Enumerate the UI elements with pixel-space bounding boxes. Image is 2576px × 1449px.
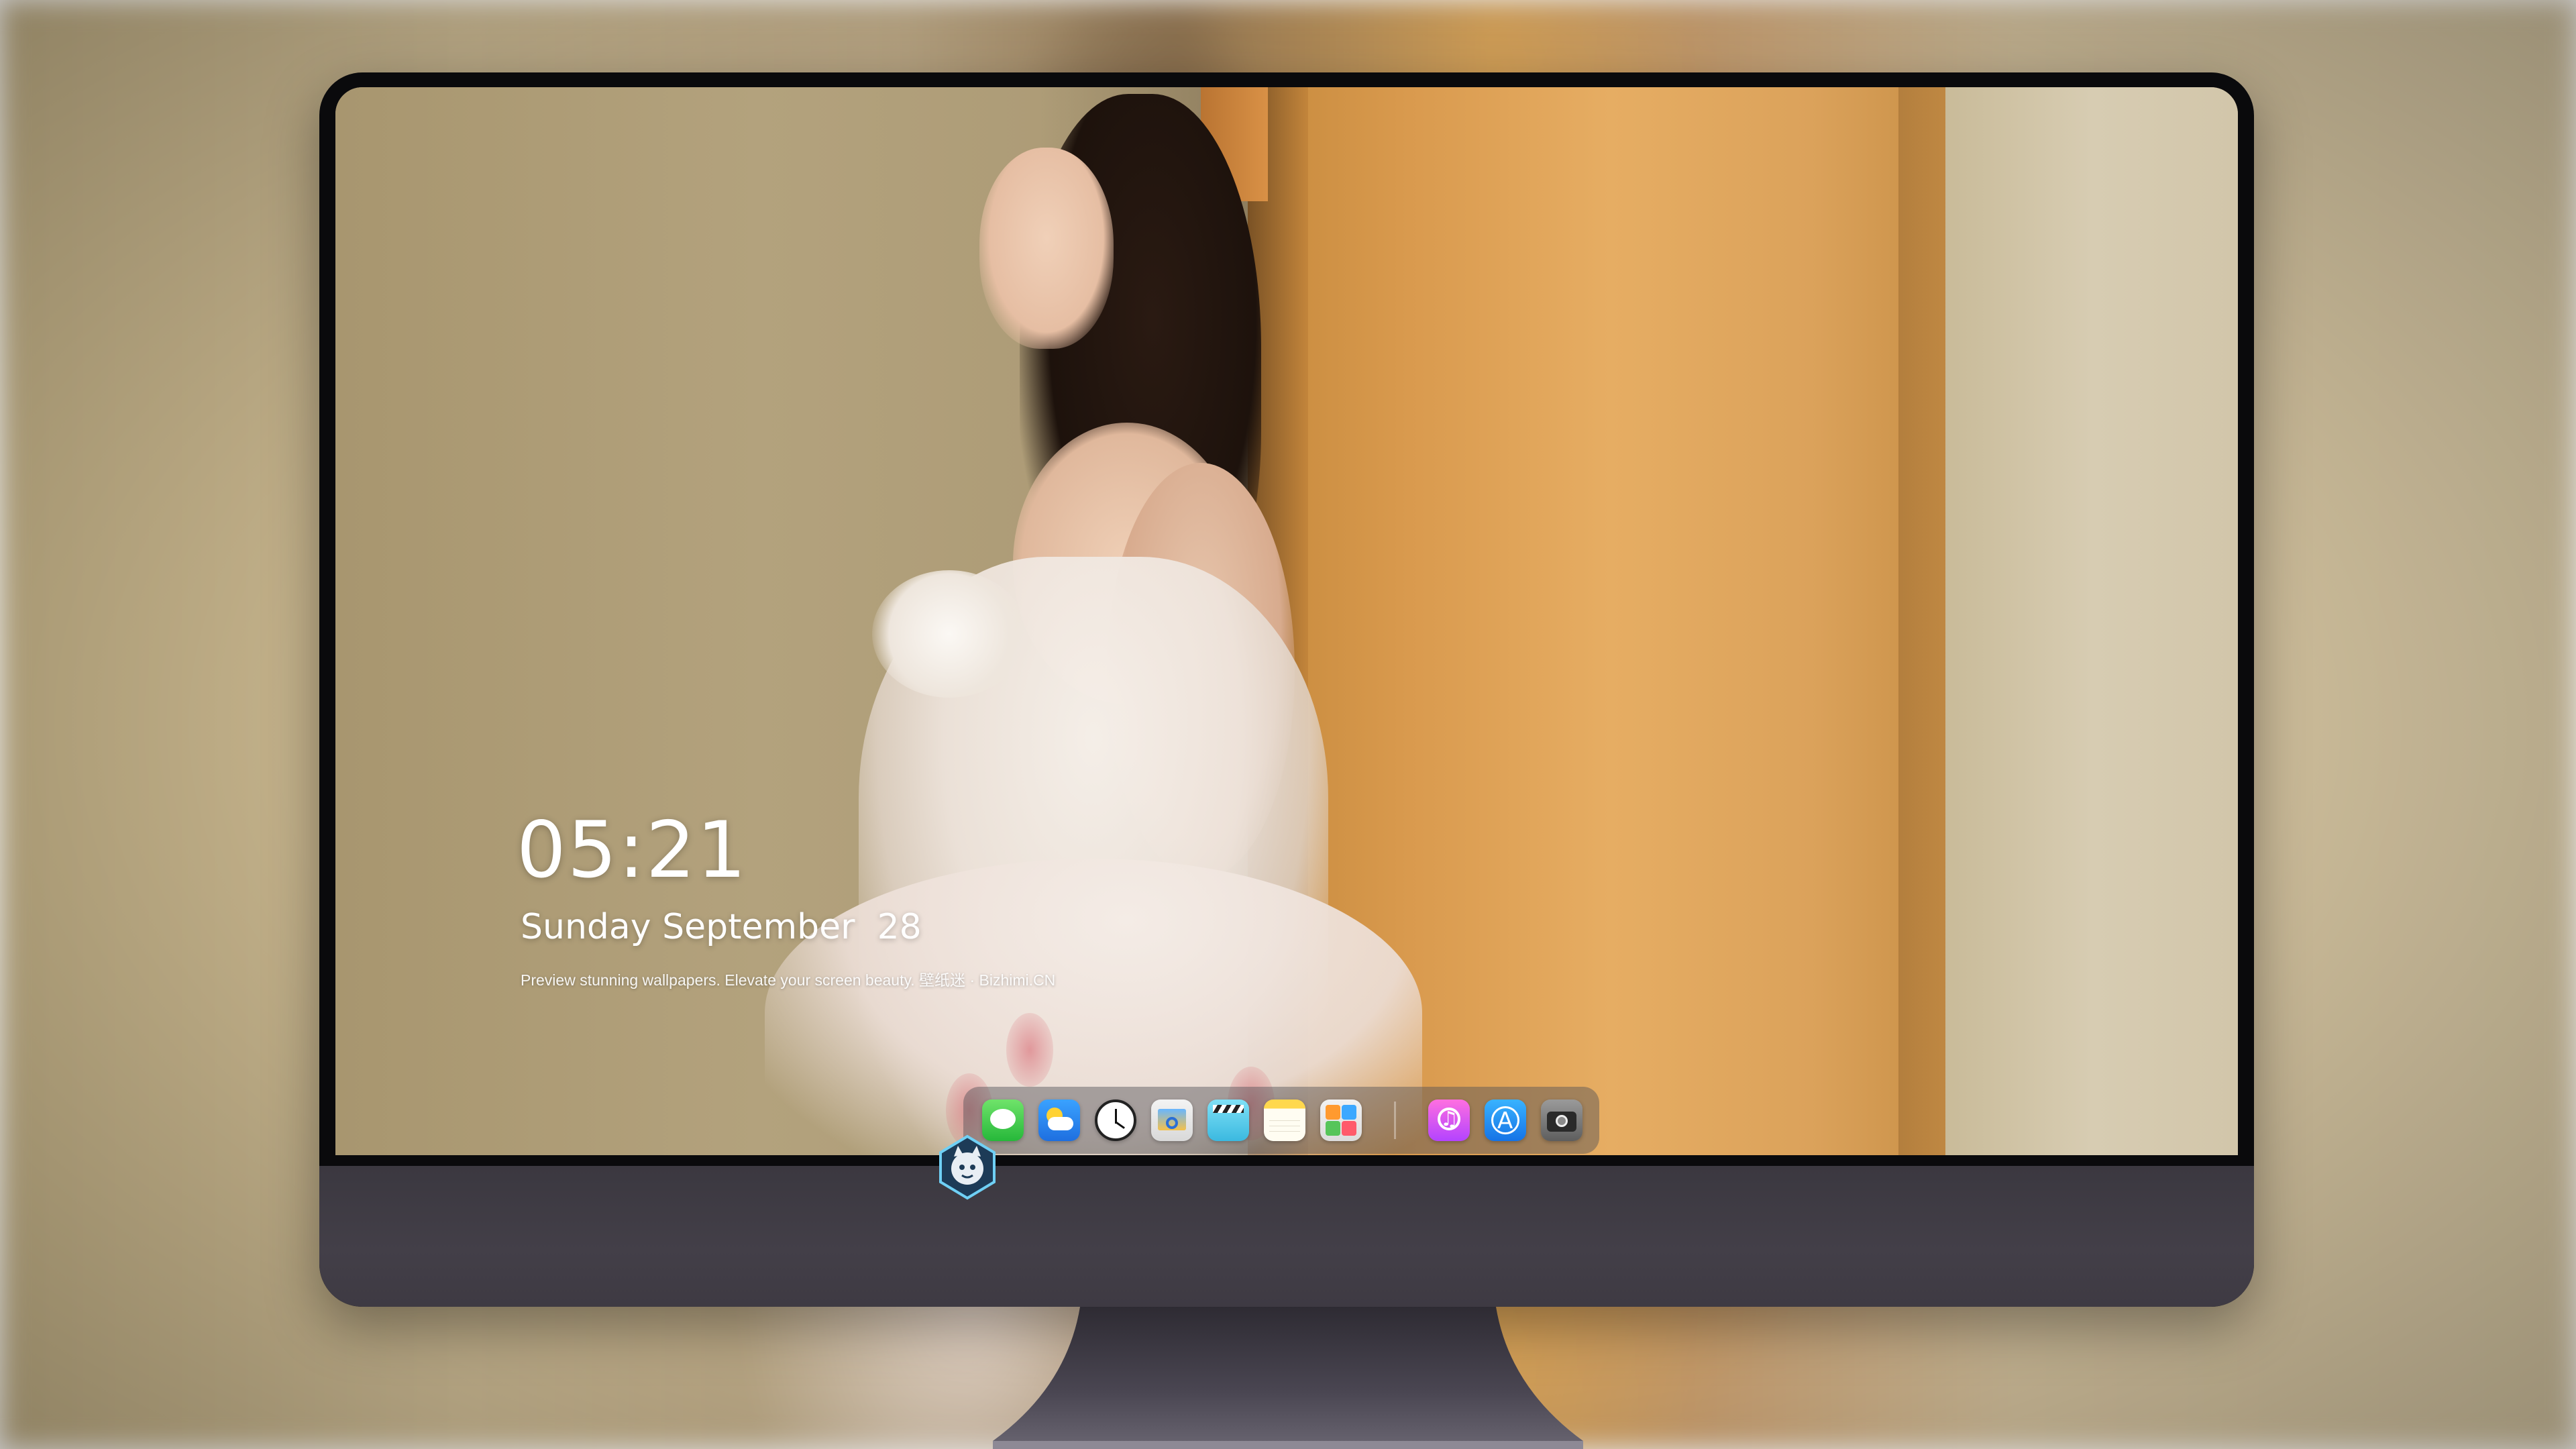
monitor-chin: [319, 1166, 2254, 1307]
monitor-stand: [993, 1307, 1583, 1449]
dock-separator: [1394, 1102, 1396, 1139]
mascot-logo-icon: [939, 1134, 996, 1200]
wallpaper-figure-face: [979, 148, 1114, 349]
camera-icon[interactable]: [1541, 1099, 1582, 1141]
video-icon[interactable]: [1208, 1099, 1249, 1141]
lock-screen[interactable]: 05:21 Sunday September 28 Preview stunni…: [335, 87, 2238, 1155]
app-store-icon[interactable]: [1485, 1099, 1526, 1141]
lock-screen-tagline: Preview stunning wallpapers. Elevate you…: [521, 971, 1056, 989]
wallpaper-dress-flower: [1006, 1013, 1053, 1087]
lock-screen-time: 05:21: [517, 805, 748, 896]
monitor: 05:21 Sunday September 28 Preview stunni…: [319, 72, 2254, 1307]
weather-icon[interactable]: [1038, 1099, 1080, 1141]
wallpaper-wall-right: [1945, 87, 2238, 1155]
music-icon[interactable]: [1428, 1099, 1470, 1141]
lock-screen-date: Sunday September 28: [521, 907, 922, 947]
wallpaper-figure-ruffle: [872, 570, 1026, 698]
notes-icon[interactable]: [1264, 1099, 1305, 1141]
preview-icon[interactable]: [1151, 1099, 1193, 1141]
photos-icon[interactable]: [1320, 1099, 1362, 1141]
dock: [963, 1087, 1599, 1154]
clock-icon[interactable]: [1095, 1099, 1136, 1141]
